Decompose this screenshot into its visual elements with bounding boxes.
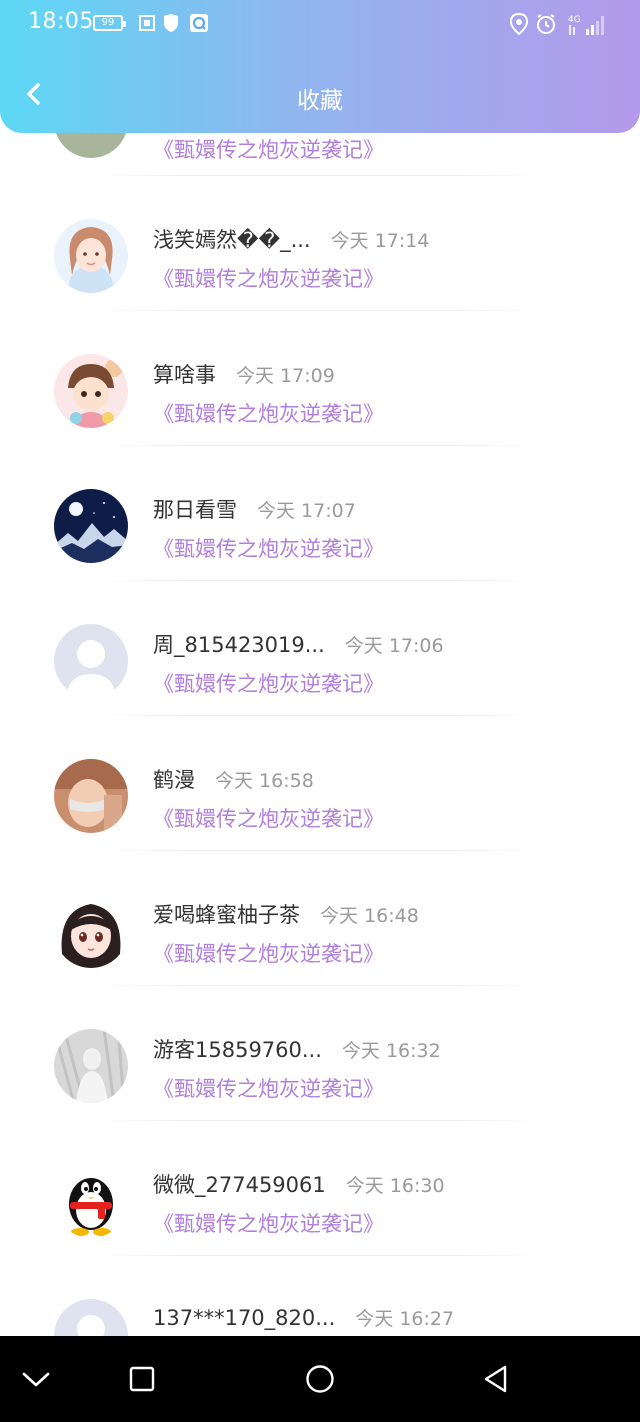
name-line: 算啥事 今天 17:09 [153, 359, 335, 389]
favorites-list[interactable]: 《甄嬛传之炮灰逆袭记》 浅笑嫣然��_... 今天 17:14 《甄嬛传之炮灰逆… [0, 0, 640, 1336]
shield-icon [161, 13, 181, 33]
home-icon[interactable] [302, 1361, 338, 1397]
book-title[interactable]: 《甄嬛传之炮灰逆袭记》 [153, 938, 384, 968]
user-name[interactable]: 鹤漫 [153, 764, 195, 794]
recent-apps-icon[interactable] [124, 1361, 160, 1397]
screenshot-icon [137, 13, 157, 33]
name-line: 137***170_820... 今天 16:27 [153, 1304, 454, 1331]
status-time: 18:05 [28, 9, 94, 34]
name-line: 游客15859760... 今天 16:32 [153, 1034, 441, 1064]
favorite-time: 今天 16:58 [215, 770, 314, 792]
name-line: 周_815423019... 今天 17:06 [153, 629, 444, 659]
favorite-time: 今天 17:09 [236, 365, 335, 387]
avatar[interactable] [54, 624, 128, 698]
book-title[interactable]: 《甄嬛传之炮灰逆袭记》 [153, 803, 384, 833]
nav-bar: 收藏 [0, 60, 640, 132]
book-title[interactable]: 《甄嬛传之炮灰逆袭记》 [153, 1208, 384, 1238]
location-icon [509, 12, 529, 36]
user-name[interactable]: 算啥事 [153, 359, 216, 389]
name-line: 鹤漫 今天 16:58 [153, 764, 314, 794]
list-item[interactable]: 游客15859760... 今天 16:32 《甄嬛传之炮灰逆袭记》 [0, 986, 640, 1121]
alarm-icon [535, 13, 555, 34]
book-title[interactable]: 《甄嬛传之炮灰逆袭记》 [153, 134, 384, 164]
favorite-time: 今天 17:07 [257, 500, 356, 522]
list-item[interactable]: 浅笑嫣然��_... 今天 17:14 《甄嬛传之炮灰逆袭记》 [0, 176, 640, 311]
user-name[interactable]: 微微_277459061 [153, 1169, 326, 1199]
list-item[interactable]: 鹤漫 今天 16:58 《甄嬛传之炮灰逆袭记》 [0, 716, 640, 851]
user-name[interactable]: 浅笑嫣然��_... [153, 224, 311, 254]
back-icon[interactable] [478, 1361, 514, 1397]
collapse-icon[interactable] [18, 1361, 54, 1397]
book-title[interactable]: 《甄嬛传之炮灰逆袭记》 [153, 1073, 384, 1103]
user-name[interactable]: 137***170_820... [153, 1306, 335, 1330]
user-name[interactable]: 爱喝蜂蜜柚子茶 [153, 899, 300, 929]
search-app-icon [189, 13, 209, 33]
avatar[interactable] [54, 1164, 128, 1238]
avatar[interactable] [54, 1029, 128, 1103]
book-title[interactable]: 《甄嬛传之炮灰逆袭记》 [153, 533, 384, 563]
favorite-time: 今天 16:48 [320, 905, 419, 927]
name-line: 浅笑嫣然��_... 今天 17:14 [153, 224, 429, 254]
name-line: 那日看雪 今天 17:07 [153, 494, 356, 524]
svg-text:4G: 4G [568, 15, 581, 25]
status-bar: 18:05 99 4G [0, 0, 640, 50]
list-item[interactable]: 算啥事 今天 17:09 《甄嬛传之炮灰逆袭记》 [0, 311, 640, 446]
favorite-time: 今天 16:30 [345, 1175, 445, 1197]
favorite-time: 今天 17:06 [344, 635, 444, 657]
favorite-time: 今天 17:14 [330, 230, 430, 252]
avatar[interactable] [54, 219, 128, 293]
favorite-time: 今天 16:27 [355, 1308, 455, 1330]
user-name[interactable]: 周_815423019... [153, 629, 325, 659]
book-title[interactable]: 《甄嬛传之炮灰逆袭记》 [153, 398, 384, 428]
battery-icon: 99 [93, 15, 126, 31]
book-title[interactable]: 《甄嬛传之炮灰逆袭记》 [153, 668, 384, 698]
user-name[interactable]: 那日看雪 [153, 494, 237, 524]
system-nav-bar [0, 1336, 640, 1422]
favorite-time: 今天 16:32 [341, 1040, 441, 1062]
list-item[interactable]: 那日看雪 今天 17:07 《甄嬛传之炮灰逆袭记》 [0, 446, 640, 581]
page-title: 收藏 [297, 88, 343, 114]
avatar[interactable] [54, 759, 128, 833]
list-item[interactable]: 137***170_820... 今天 16:27 [0, 1256, 640, 1336]
name-line: 微微_277459061 今天 16:30 [153, 1169, 445, 1199]
signal-icon: 4G [566, 13, 606, 35]
book-title[interactable]: 《甄嬛传之炮灰逆袭记》 [153, 263, 384, 293]
avatar[interactable] [54, 1299, 128, 1336]
list-item[interactable]: 微微_277459061 今天 16:30 《甄嬛传之炮灰逆袭记》 [0, 1121, 640, 1256]
avatar[interactable] [54, 894, 128, 968]
avatar[interactable] [54, 354, 128, 428]
user-name[interactable]: 游客15859760... [153, 1034, 322, 1064]
avatar[interactable] [54, 489, 128, 563]
list-item[interactable]: 周_815423019... 今天 17:06 《甄嬛传之炮灰逆袭记》 [0, 581, 640, 716]
list-item[interactable]: 爱喝蜂蜜柚子茶 今天 16:48 《甄嬛传之炮灰逆袭记》 [0, 851, 640, 986]
app-header: 18:05 99 4G 收藏 [0, 0, 640, 133]
name-line: 爱喝蜂蜜柚子茶 今天 16:48 [153, 899, 419, 929]
